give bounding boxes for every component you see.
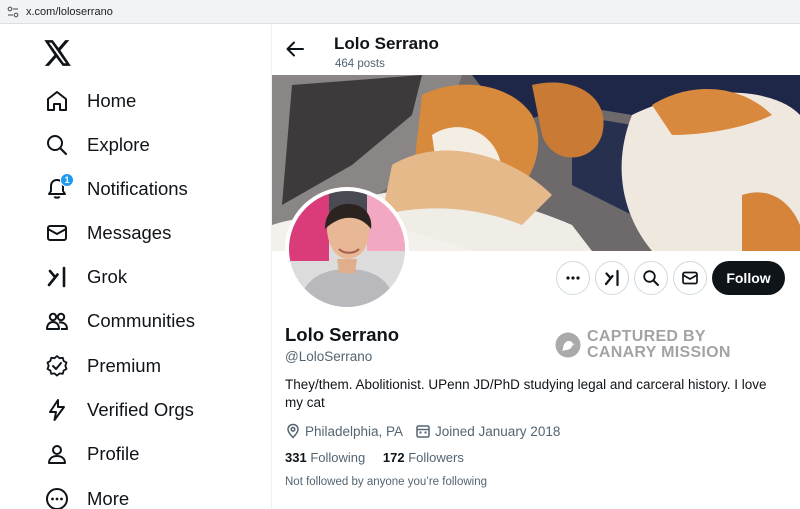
- profile-handle: @LoloSerrano: [285, 349, 373, 364]
- post-count: 464 posts: [335, 58, 385, 70]
- sidebar-item-label: Communities: [87, 310, 195, 331]
- sidebar-item-label: Verified Orgs: [87, 399, 194, 420]
- sidebar-item-explore[interactable]: Explore: [44, 125, 150, 165]
- sidebar-item-label: Profile: [87, 443, 140, 464]
- watermark-line-2: CANARY MISSION: [587, 344, 731, 361]
- grok-icon: [604, 269, 619, 287]
- grok-button[interactable]: [595, 261, 629, 295]
- sidebar-item-verified-orgs[interactable]: Verified Orgs: [44, 390, 194, 430]
- search-icon: [44, 132, 70, 158]
- more-circle-icon: [44, 486, 70, 509]
- follow-button[interactable]: Follow: [712, 261, 785, 295]
- calendar-icon: [416, 425, 430, 438]
- sidebar-item-messages[interactable]: Messages: [44, 213, 171, 253]
- header-title: Lolo Serrano: [334, 34, 439, 53]
- more-options-button[interactable]: [556, 261, 590, 295]
- profile-name: Lolo Serrano: [285, 324, 400, 345]
- envelope-icon: [44, 220, 70, 246]
- location-text: Philadelphia, PA: [305, 423, 404, 439]
- search-profile-button[interactable]: [634, 261, 668, 295]
- following-link[interactable]: 331 Following: [285, 450, 365, 465]
- following-count: 331: [285, 450, 307, 465]
- sidebar-item-label: Premium: [87, 355, 162, 376]
- search-icon: [643, 270, 659, 286]
- envelope-icon: [682, 271, 698, 285]
- sidebar-item-label: Messages: [87, 222, 172, 243]
- home-icon: [44, 88, 70, 114]
- message-button[interactable]: [673, 261, 707, 295]
- ellipsis-icon: [566, 276, 580, 280]
- sidebar-item-label: Explore: [87, 134, 150, 155]
- sidebar-item-notifications[interactable]: 1 Notifications: [44, 169, 188, 209]
- people-icon: [44, 308, 70, 334]
- sidebar-nav: Home Explore 1 Notifications Messages Gr…: [0, 24, 272, 509]
- sidebar-item-label: Grok: [87, 266, 128, 287]
- profile-bio: They/them. Abolitionist. UPenn JD/PhD st…: [285, 377, 767, 410]
- follow-counts: 331 Following 172 Followers: [285, 450, 464, 465]
- x-logo-icon[interactable]: [44, 40, 72, 66]
- followers-label: Followers: [408, 450, 464, 465]
- sidebar-item-communities[interactable]: Communities: [44, 301, 195, 341]
- sidebar-item-profile[interactable]: Profile: [44, 434, 139, 474]
- url-text[interactable]: x.com/loloserrano: [26, 6, 113, 18]
- verified-badge-icon: [44, 353, 70, 379]
- sidebar-item-label: Notifications: [87, 178, 188, 199]
- sidebar-item-premium[interactable]: Premium: [44, 346, 161, 386]
- lightning-icon: [44, 397, 70, 423]
- joined-text: Joined January 2018: [435, 423, 561, 439]
- person-icon: [44, 441, 70, 467]
- sidebar-item-more[interactable]: More: [44, 479, 129, 509]
- profile-location: Philadelphia, PA: [285, 422, 403, 440]
- following-label: Following: [310, 450, 366, 465]
- profile-column: Lolo Serrano 464 posts Follow Lolo Serra…: [272, 24, 800, 509]
- location-pin-icon: [287, 423, 299, 439]
- grok-icon: [44, 264, 70, 290]
- not-followed-notice: Not followed by anyone you’re following: [285, 476, 488, 488]
- sidebar-item-label: Home: [87, 90, 137, 111]
- profile-avatar[interactable]: [285, 187, 409, 311]
- browser-url-bar[interactable]: x.com/loloserrano: [0, 0, 800, 24]
- sidebar-item-home[interactable]: Home: [44, 81, 136, 121]
- profile-header-bar: Lolo Serrano 464 posts: [272, 24, 800, 76]
- followers-link[interactable]: 172 Followers: [383, 450, 464, 465]
- notification-count-badge: 1: [60, 173, 74, 187]
- watermark-line-1: CAPTURED BY: [587, 328, 706, 345]
- sidebar-item-grok[interactable]: Grok: [44, 257, 127, 297]
- sidebar-item-label: More: [87, 488, 130, 509]
- canary-mission-watermark: CAPTURED BY CANARY MISSION: [555, 329, 731, 361]
- site-settings-icon[interactable]: [6, 5, 20, 19]
- followers-count: 172: [382, 450, 405, 465]
- back-arrow-icon[interactable]: [284, 38, 306, 60]
- profile-joined: Joined January 2018: [415, 422, 560, 440]
- bell-icon: 1: [44, 173, 74, 202]
- canary-mission-logo-icon: [555, 332, 581, 358]
